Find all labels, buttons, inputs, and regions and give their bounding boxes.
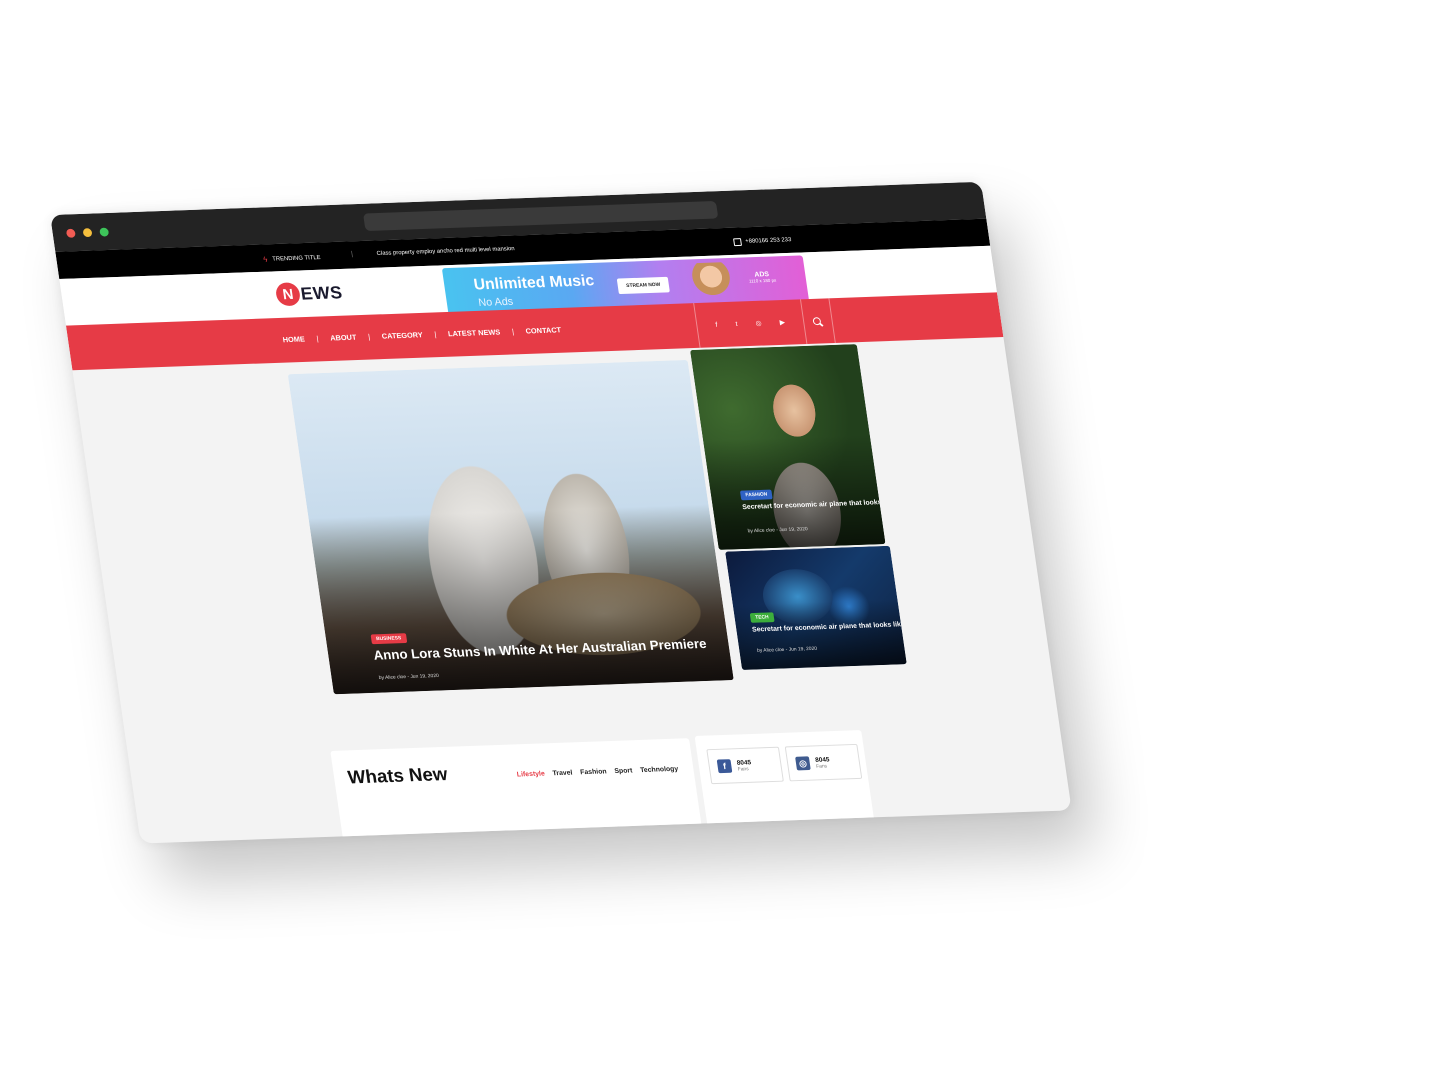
nav-divider: |	[511, 327, 515, 336]
youtube-icon[interactable]: ▶	[779, 318, 785, 326]
mockup-scene: ϟ TRENDING TITLE | Class property employ…	[0, 0, 1438, 1079]
nav-item-latest-news[interactable]: LATEST NEWS	[447, 328, 500, 339]
ad-size: 1110 x 180 px	[748, 277, 777, 284]
nav-menu: HOME | ABOUT | CATEGORY | LATEST NEWS | …	[282, 325, 562, 344]
social-fans-widget: f 8045 Fans ◎ 8045 Fans	[694, 730, 876, 834]
ad-subtitle: No Ads	[477, 295, 514, 309]
search-button[interactable]	[799, 298, 836, 345]
nav-item-home[interactable]: HOME	[282, 335, 305, 345]
trending-ticker[interactable]: Class property employ ancho red multi le…	[376, 246, 515, 257]
browser-window: ϟ TRENDING TITLE | Class property employ…	[50, 181, 1072, 844]
phone-info: +880166 253 233	[733, 236, 792, 247]
ad-info: ADS 1110 x 180 px	[748, 271, 777, 284]
site-logo[interactable]: N EWS	[274, 281, 345, 307]
minimize-window-dot[interactable]	[82, 228, 93, 238]
instagram-icon: ◎	[795, 756, 811, 771]
logo-text: EWS	[299, 282, 344, 304]
facebook-icon: f	[716, 759, 733, 774]
category-badge[interactable]: FASHION	[739, 489, 773, 501]
whats-new-section: Whats New Lifestyle Travel Fashion Sport…	[330, 738, 703, 844]
facebook-fans[interactable]: f 8045 Fans	[706, 746, 784, 785]
image-overlay	[732, 599, 907, 670]
instagram-fans[interactable]: ◎ 8045 Fans	[784, 743, 863, 782]
category-badge[interactable]: BUSINESS	[370, 633, 407, 645]
tab-travel[interactable]: Travel	[552, 770, 573, 777]
nav-item-about[interactable]: ABOUT	[330, 333, 357, 343]
phone-icon	[733, 238, 743, 247]
side-article[interactable]: TECH Secretart for economic air plane th…	[725, 545, 907, 670]
phone-number: +880166 253 233	[744, 237, 792, 245]
nav-divider: |	[367, 332, 371, 342]
window-controls	[65, 227, 110, 238]
image-overlay	[308, 503, 734, 695]
side-article[interactable]: FASHION Secretart for economic air plane…	[690, 344, 886, 550]
section-title: Whats New	[346, 764, 449, 789]
category-tabs: Lifestyle Travel Fashion Sport Technolog…	[516, 766, 678, 779]
maximize-window-dot[interactable]	[99, 227, 110, 237]
tab-sport[interactable]: Sport	[614, 768, 633, 775]
instagram-icon[interactable]: ◎	[755, 319, 762, 327]
tab-fashion[interactable]: Fashion	[580, 768, 607, 776]
hero-section: BUSINESS Anno Lora Stuns In White At Her…	[72, 337, 1051, 705]
nav-item-category[interactable]: CATEGORY	[381, 330, 423, 340]
featured-article[interactable]: BUSINESS Anno Lora Stuns In White At Her…	[287, 359, 734, 695]
close-window-dot[interactable]	[65, 228, 76, 238]
ad-title: Unlimited Music	[472, 272, 596, 294]
search-icon	[812, 317, 822, 326]
fan-label: Fans	[737, 765, 750, 773]
address-bar[interactable]	[363, 200, 719, 232]
social-links: f t ◎ ▶	[693, 299, 808, 348]
nav-item-contact[interactable]: CONTACT	[525, 325, 562, 335]
facebook-icon[interactable]: f	[715, 321, 718, 328]
twitter-icon[interactable]: t	[735, 321, 738, 328]
nav-divider: |	[315, 334, 320, 343]
fan-count: 8045	[814, 756, 830, 764]
stream-now-button[interactable]: STREAM NOW	[616, 276, 670, 295]
category-badge[interactable]: TECH	[749, 612, 775, 623]
trending: ϟ TRENDING TITLE	[263, 253, 322, 264]
logo-mark: N	[274, 282, 302, 307]
fan-count: 8045	[736, 758, 752, 767]
bolt-icon: ϟ	[262, 255, 269, 264]
trending-label: TRENDING TITLE	[271, 254, 322, 263]
fan-label: Fans	[815, 763, 828, 770]
nav-divider: |	[433, 329, 437, 339]
tab-technology[interactable]: Technology	[640, 766, 679, 774]
tab-lifestyle[interactable]: Lifestyle	[516, 771, 545, 779]
ticker-separator: |	[350, 250, 354, 258]
